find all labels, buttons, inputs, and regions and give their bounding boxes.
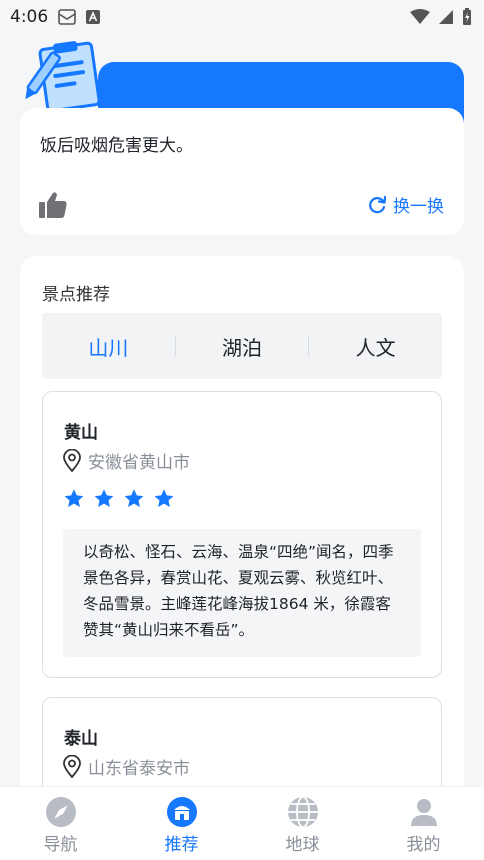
thumbs-up-icon[interactable] (38, 190, 68, 220)
spot-rating (63, 488, 175, 510)
compass-icon (45, 797, 76, 827)
status-bar: 4:06 (0, 0, 484, 34)
nav-item-recommend[interactable]: 推荐 (121, 787, 242, 860)
user-icon (410, 799, 437, 826)
location-pin-icon (63, 754, 81, 778)
spots-title: 景点推荐 (42, 285, 110, 305)
signal-icon (439, 10, 453, 24)
notification-a-icon (84, 8, 102, 26)
category-tabs: 山川 湖泊 人文 (42, 313, 442, 379)
status-time: 4:06 (10, 7, 49, 27)
clipboard-pen-icon (25, 41, 101, 112)
spots-card: 景点推荐 山川 湖泊 人文 黄山 安徽省黄山市 以奇松、怪石、云海、温泉“四绝”… (20, 256, 464, 816)
nav-label: 我的 (406, 835, 441, 855)
nav-item-profile[interactable]: 我的 (363, 787, 484, 860)
star-icon (124, 489, 144, 507)
star-icon (154, 489, 174, 507)
nav-label: 导航 (43, 835, 78, 855)
star-icon (94, 489, 114, 507)
spot-name: 泰山 (64, 729, 98, 749)
globe-icon (287, 796, 318, 828)
nav-item-globe[interactable]: 地球 (242, 787, 363, 860)
wifi-icon (410, 9, 430, 24)
spot-location: 安徽省黄山市 (62, 448, 190, 473)
tab-lakes[interactable]: 湖泊 (176, 332, 309, 361)
tab-mountains[interactable]: 山川 (42, 332, 175, 361)
tab-culture[interactable]: 人文 (309, 332, 442, 361)
tip-card: 饭后吸烟危害更大。 换一换 (20, 108, 464, 235)
nav-label: 推荐 (164, 835, 199, 855)
star-icon (64, 489, 84, 507)
spot-card-huangshan[interactable]: 黄山 安徽省黄山市 以奇松、怪石、云海、温泉“四绝”闻名，四季景色各异，春赏山花… (42, 391, 442, 678)
spot-location-text: 安徽省黄山市 (88, 453, 190, 473)
spot-description: 以奇松、怪石、云海、温泉“四绝”闻名，四季景色各异，春赏山花、夏观云雾、秋览红叶… (63, 529, 421, 657)
nav-item-navigation[interactable]: 导航 (0, 787, 121, 860)
spot-name: 黄山 (64, 423, 98, 443)
refresh-label: 换一换 (393, 197, 444, 217)
recommend-icon (166, 797, 197, 827)
notification-inbox-icon (58, 8, 76, 26)
spot-location: 山东省泰安市 (62, 754, 190, 779)
tip-text: 饭后吸烟危害更大。 (40, 136, 193, 156)
battery-icon (463, 8, 471, 25)
bottom-nav: 导航 推荐 地球 我的 (0, 786, 484, 860)
spot-location-text: 山东省泰安市 (88, 759, 190, 779)
refresh-button[interactable]: 换一换 (367, 192, 444, 217)
tip-section: 饭后吸烟危害更大。 换一换 (20, 40, 464, 236)
location-pin-icon (63, 448, 81, 472)
nav-label: 地球 (285, 835, 320, 855)
status-indicators (410, 8, 472, 26)
refresh-icon (369, 195, 387, 213)
